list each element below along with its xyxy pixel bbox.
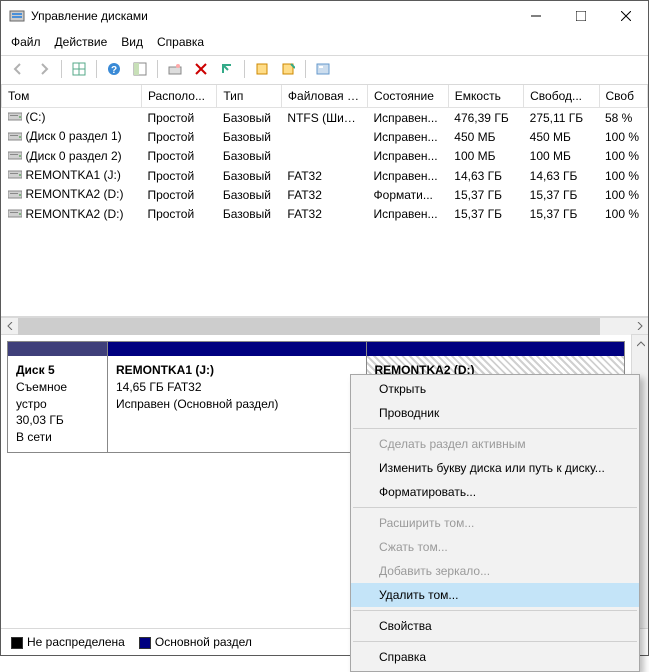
partition-label: REMONTKA1 (J:) xyxy=(116,362,358,379)
help-icon[interactable]: ? xyxy=(103,58,125,80)
forward-button[interactable] xyxy=(33,58,55,80)
window-title: Управление дисками xyxy=(31,9,513,23)
legend-unallocated: Не распределена xyxy=(11,635,125,649)
table-row[interactable]: (Диск 0 раздел 1)ПростойБазовыйИсправен.… xyxy=(2,127,648,146)
back-button[interactable] xyxy=(7,58,29,80)
ctx-explorer[interactable]: Проводник xyxy=(351,401,639,425)
toolbar-icon-2[interactable] xyxy=(129,58,151,80)
partition-size: 14,65 ГБ FAT32 xyxy=(116,379,358,396)
app-icon xyxy=(9,8,25,24)
col-pct[interactable]: Своб xyxy=(599,85,648,108)
window-buttons xyxy=(513,1,648,31)
menu-view[interactable]: Вид xyxy=(121,35,143,49)
menubar: Файл Действие Вид Справка xyxy=(1,31,648,55)
volume-icon xyxy=(8,188,22,203)
ctx-mirror[interactable]: Добавить зеркало... xyxy=(351,559,639,583)
col-state[interactable]: Состояние xyxy=(368,85,449,108)
ctx-props[interactable]: Свойства xyxy=(351,614,639,638)
disk-size: 30,03 ГБ xyxy=(16,412,99,429)
disk-status: В сети xyxy=(16,429,99,446)
col-location[interactable]: Располо... xyxy=(141,85,216,108)
menu-file[interactable]: Файл xyxy=(11,35,41,49)
minimize-button[interactable] xyxy=(513,1,558,31)
col-fs[interactable]: Файловая с... xyxy=(281,85,367,108)
toolbar: ? xyxy=(1,55,648,85)
ctx-active[interactable]: Сделать раздел активным xyxy=(351,432,639,456)
toolbar-icon-3[interactable] xyxy=(164,58,186,80)
scroll-up-icon[interactable] xyxy=(632,335,648,352)
grid-hscroll[interactable] xyxy=(1,317,648,334)
volume-icon xyxy=(8,130,22,145)
ctx-open[interactable]: Открыть xyxy=(351,377,639,401)
toolbar-icon-4[interactable] xyxy=(216,58,238,80)
partition-1[interactable]: REMONTKA1 (J:) 14,65 ГБ FAT32 Исправен (… xyxy=(108,342,367,452)
close-button[interactable] xyxy=(603,1,648,31)
table-row[interactable]: (Диск 0 раздел 2)ПростойБазовыйИсправен.… xyxy=(2,147,648,166)
ctx-delete[interactable]: Удалить том... xyxy=(351,583,639,607)
disk-info[interactable]: Диск 5 Съемное устро 30,03 ГБ В сети xyxy=(8,342,108,452)
volume-icon xyxy=(8,149,22,164)
window: Управление дисками Файл Действие Вид Спр… xyxy=(0,0,649,656)
col-free[interactable]: Свобод... xyxy=(524,85,599,108)
table-row[interactable]: REMONTKA2 (D:)ПростойБазовыйFAT32Исправе… xyxy=(2,205,648,224)
scroll-left-icon[interactable] xyxy=(1,318,18,335)
volume-grid: Том Располо... Тип Файловая с... Состоян… xyxy=(1,85,648,317)
col-type[interactable]: Тип xyxy=(217,85,282,108)
ctx-shrink[interactable]: Сжать том... xyxy=(351,535,639,559)
titlebar: Управление дисками xyxy=(1,1,648,31)
table-row[interactable]: REMONTKA1 (J:)ПростойБазовыйFAT32Исправе… xyxy=(2,166,648,185)
ctx-format[interactable]: Форматировать... xyxy=(351,480,639,504)
delete-icon[interactable] xyxy=(190,58,212,80)
table-row[interactable]: REMONTKA2 (D:)ПростойБазовыйFAT32Формати… xyxy=(2,185,648,204)
toolbar-icon-1[interactable] xyxy=(68,58,90,80)
ctx-letter[interactable]: Изменить букву диска или путь к диску... xyxy=(351,456,639,480)
table-row[interactable]: (C:)ПростойБазовыйNTFS (Шиф...Исправен..… xyxy=(2,108,648,128)
disk-name: Диск 5 xyxy=(16,362,99,379)
maximize-button[interactable] xyxy=(558,1,603,31)
disk-type: Съемное устро xyxy=(16,379,99,413)
scroll-right-icon[interactable] xyxy=(631,318,648,335)
legend-primary: Основной раздел xyxy=(139,635,252,649)
volume-icon xyxy=(8,110,22,125)
context-menu: Открыть Проводник Сделать раздел активны… xyxy=(350,374,640,672)
toolbar-icon-5[interactable] xyxy=(251,58,273,80)
volume-icon xyxy=(8,168,22,183)
toolbar-icon-7[interactable] xyxy=(312,58,334,80)
ctx-extend[interactable]: Расширить том... xyxy=(351,511,639,535)
volume-icon xyxy=(8,207,22,222)
col-volume[interactable]: Том xyxy=(2,85,142,108)
svg-text:?: ? xyxy=(111,65,117,76)
menu-help[interactable]: Справка xyxy=(157,35,204,49)
menu-action[interactable]: Действие xyxy=(55,35,108,49)
col-capacity[interactable]: Емкость xyxy=(448,85,523,108)
partition-state: Исправен (Основной раздел) xyxy=(116,396,358,413)
toolbar-icon-6[interactable] xyxy=(277,58,299,80)
ctx-help[interactable]: Справка xyxy=(351,645,639,669)
